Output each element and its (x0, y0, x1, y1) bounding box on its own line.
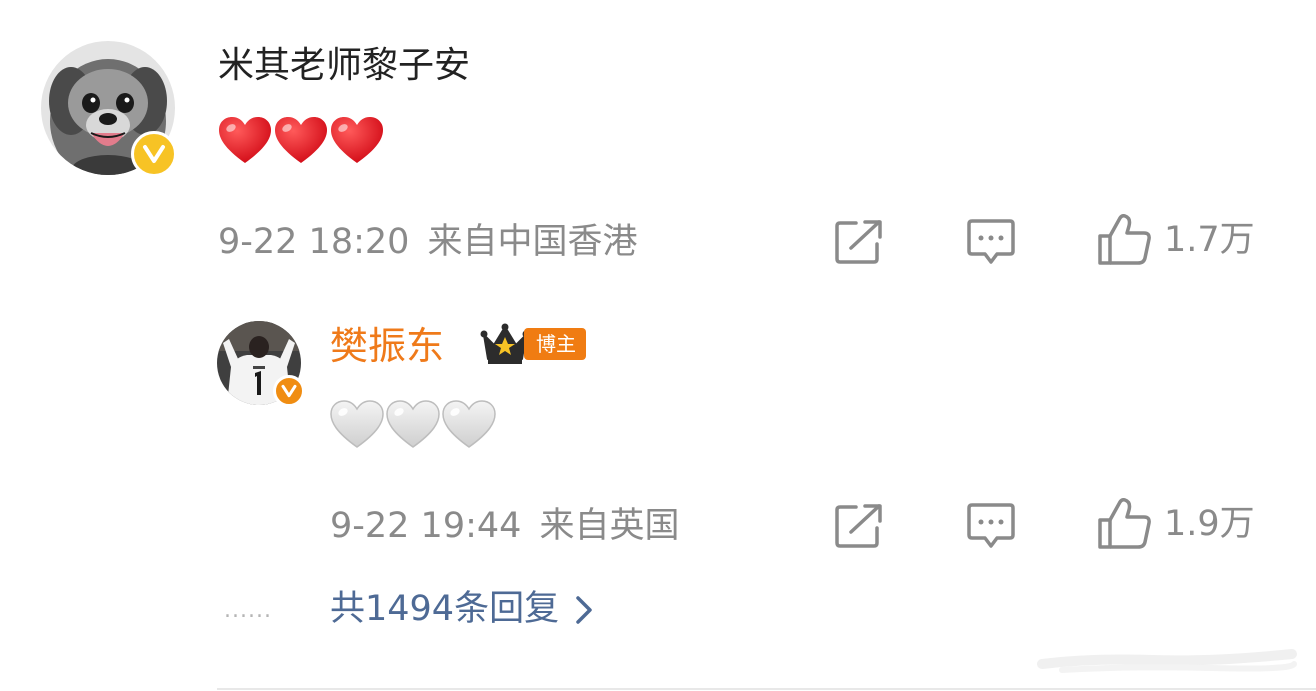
divider (217, 688, 1316, 690)
share-icon (835, 220, 882, 264)
watermark-smear (1032, 638, 1302, 682)
commenter-avatar[interactable] (41, 41, 177, 177)
reply-avatar[interactable] (217, 321, 305, 407)
comment-icon (967, 503, 1015, 548)
red-heart-emoji-icon (219, 117, 271, 163)
blogger-badge: 博主 (480, 323, 586, 365)
chevron-right-icon (576, 595, 592, 624)
reply-content (330, 400, 496, 450)
comment-meta: 9-22 18:20 来自中国香港 (218, 225, 637, 260)
share-button[interactable] (834, 219, 884, 265)
reply-like-count: 1.9万 (1164, 503, 1255, 544)
more-dots: ...... (224, 598, 272, 623)
share-icon (835, 504, 882, 548)
reply-username[interactable]: 樊振东 (330, 327, 444, 365)
reply-like-button[interactable]: 1.9万 (1098, 498, 1255, 550)
reply-date: 9-22 19:44 (330, 506, 522, 546)
reply-share-button[interactable] (834, 503, 884, 549)
thumbs-up-icon (1098, 498, 1151, 549)
like-button[interactable]: 1.7万 (1098, 214, 1255, 266)
red-heart-emoji-icon (275, 117, 327, 163)
comment-content (218, 116, 384, 166)
blogger-label: 博主 (524, 328, 586, 360)
white-heart-emoji-icon (442, 400, 496, 448)
comment-date: 9-22 18:20 (218, 222, 410, 262)
view-replies-link[interactable]: 共1494条回复 (330, 592, 593, 627)
comment-location: 来自中国香港 (427, 222, 638, 262)
commenter-username[interactable]: 米其老师黎子安 (218, 48, 470, 84)
like-count: 1.7万 (1164, 219, 1255, 260)
comment-button[interactable] (967, 218, 1015, 266)
red-heart-emoji-icon (331, 117, 383, 163)
reply-count-label: 共1494条回复 (330, 589, 560, 629)
white-heart-emoji-icon (330, 400, 384, 448)
comment-icon (967, 219, 1015, 264)
verified-badge-icon (131, 131, 177, 177)
crown-icon (480, 323, 530, 364)
reply-comment-button[interactable] (967, 502, 1015, 550)
white-heart-emoji-icon (386, 400, 440, 448)
thumbs-up-icon (1098, 214, 1151, 265)
verified-badge-icon (273, 375, 305, 407)
reply-location: 来自英国 (539, 506, 680, 546)
reply-meta: 9-22 19:44 来自英国 (330, 509, 679, 544)
